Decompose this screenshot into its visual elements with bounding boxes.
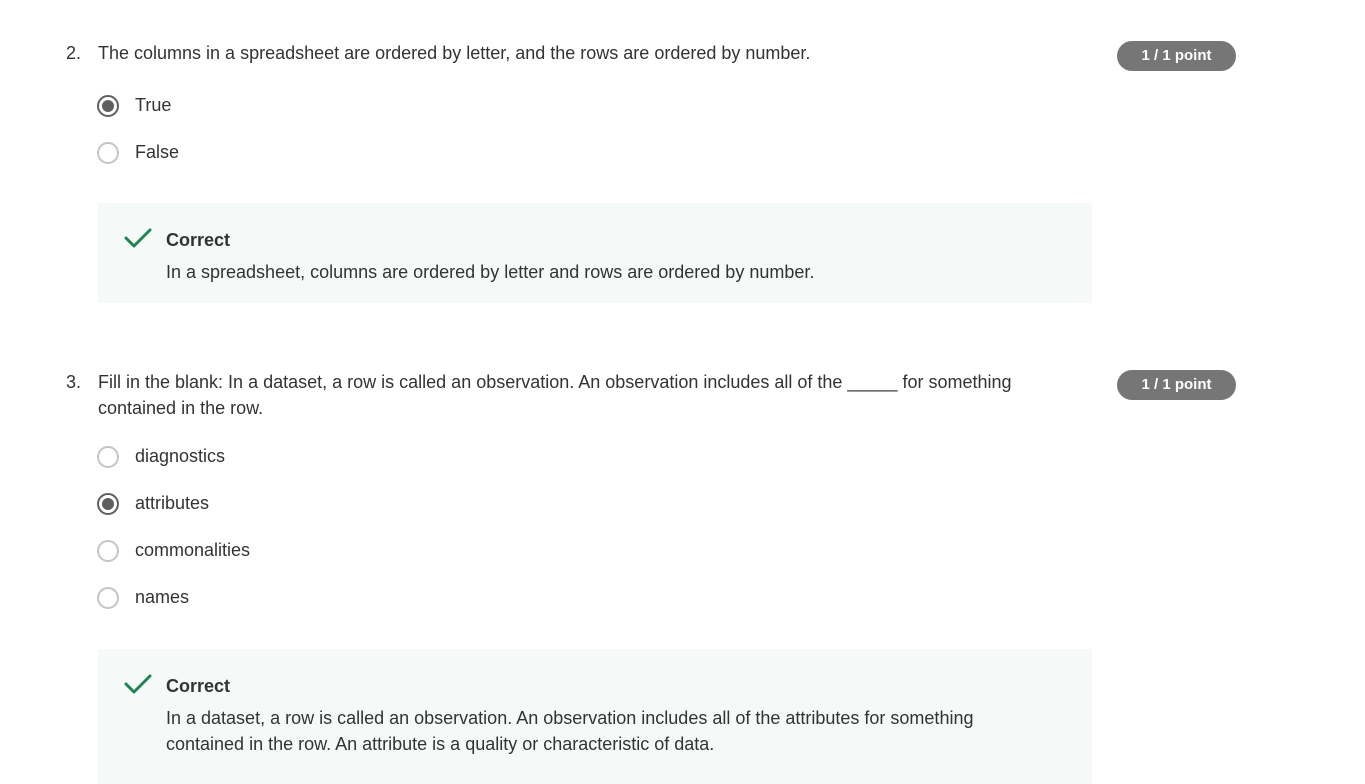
radio-unchecked-icon[interactable] bbox=[97, 586, 119, 609]
question-text: Fill in the blank: In a dataset, a row i… bbox=[98, 372, 1012, 418]
radio-checked-icon[interactable] bbox=[97, 94, 119, 117]
option-label: True bbox=[135, 95, 172, 115]
option-label: diagnostics bbox=[135, 446, 226, 466]
feedback-text: In a dataset, a row is called an observa… bbox=[166, 708, 974, 754]
option-commonalities[interactable]: commonalities bbox=[97, 527, 250, 574]
option-label: attributes bbox=[135, 493, 210, 513]
radio-unchecked-icon[interactable] bbox=[97, 141, 119, 164]
question-2: 2. The columns in a spreadsheet are orde… bbox=[0, 40, 1365, 303]
feedback-text: In a spreadsheet, columns are ordered by… bbox=[166, 262, 815, 282]
option-label: False bbox=[135, 142, 180, 162]
option-label: commonalities bbox=[135, 540, 251, 560]
question-text: The columns in a spreadsheet are ordered… bbox=[98, 43, 811, 63]
question-header: 2. The columns in a spreadsheet are orde… bbox=[0, 40, 1365, 71]
question-number: 3. bbox=[66, 372, 82, 392]
feedback-title: Correct bbox=[166, 676, 231, 696]
option-names[interactable]: names bbox=[97, 574, 250, 621]
question-number: 2. bbox=[66, 43, 82, 63]
answer-options: diagnostics attributes commonalities nam… bbox=[97, 433, 250, 621]
question-header: 3. Fill in the blank: In a dataset, a ro… bbox=[0, 369, 1365, 418]
feedback-panel: Correct In a dataset, a row is called an… bbox=[98, 649, 1092, 784]
option-attributes[interactable]: attributes bbox=[97, 480, 250, 527]
points-badge: 1 / 1 point bbox=[1117, 370, 1236, 400]
option-true[interactable]: True bbox=[97, 82, 179, 129]
radio-unchecked-icon[interactable] bbox=[97, 539, 119, 562]
radio-checked-icon[interactable] bbox=[97, 492, 119, 515]
checkmark-icon bbox=[124, 228, 152, 248]
feedback-panel: Correct In a spreadsheet, columns are or… bbox=[98, 203, 1092, 303]
radio-unchecked-icon[interactable] bbox=[97, 445, 119, 468]
quiz-results-page: 2. The columns in a spreadsheet are orde… bbox=[0, 0, 1365, 784]
checkmark-icon bbox=[124, 674, 152, 694]
option-false[interactable]: False bbox=[97, 129, 179, 176]
option-label: names bbox=[135, 587, 190, 607]
option-diagnostics[interactable]: diagnostics bbox=[97, 433, 250, 480]
points-badge: 1 / 1 point bbox=[1117, 41, 1236, 71]
question-3: 3. Fill in the blank: In a dataset, a ro… bbox=[0, 369, 1365, 784]
feedback-title: Correct bbox=[166, 230, 231, 250]
answer-options: True False bbox=[97, 82, 179, 176]
